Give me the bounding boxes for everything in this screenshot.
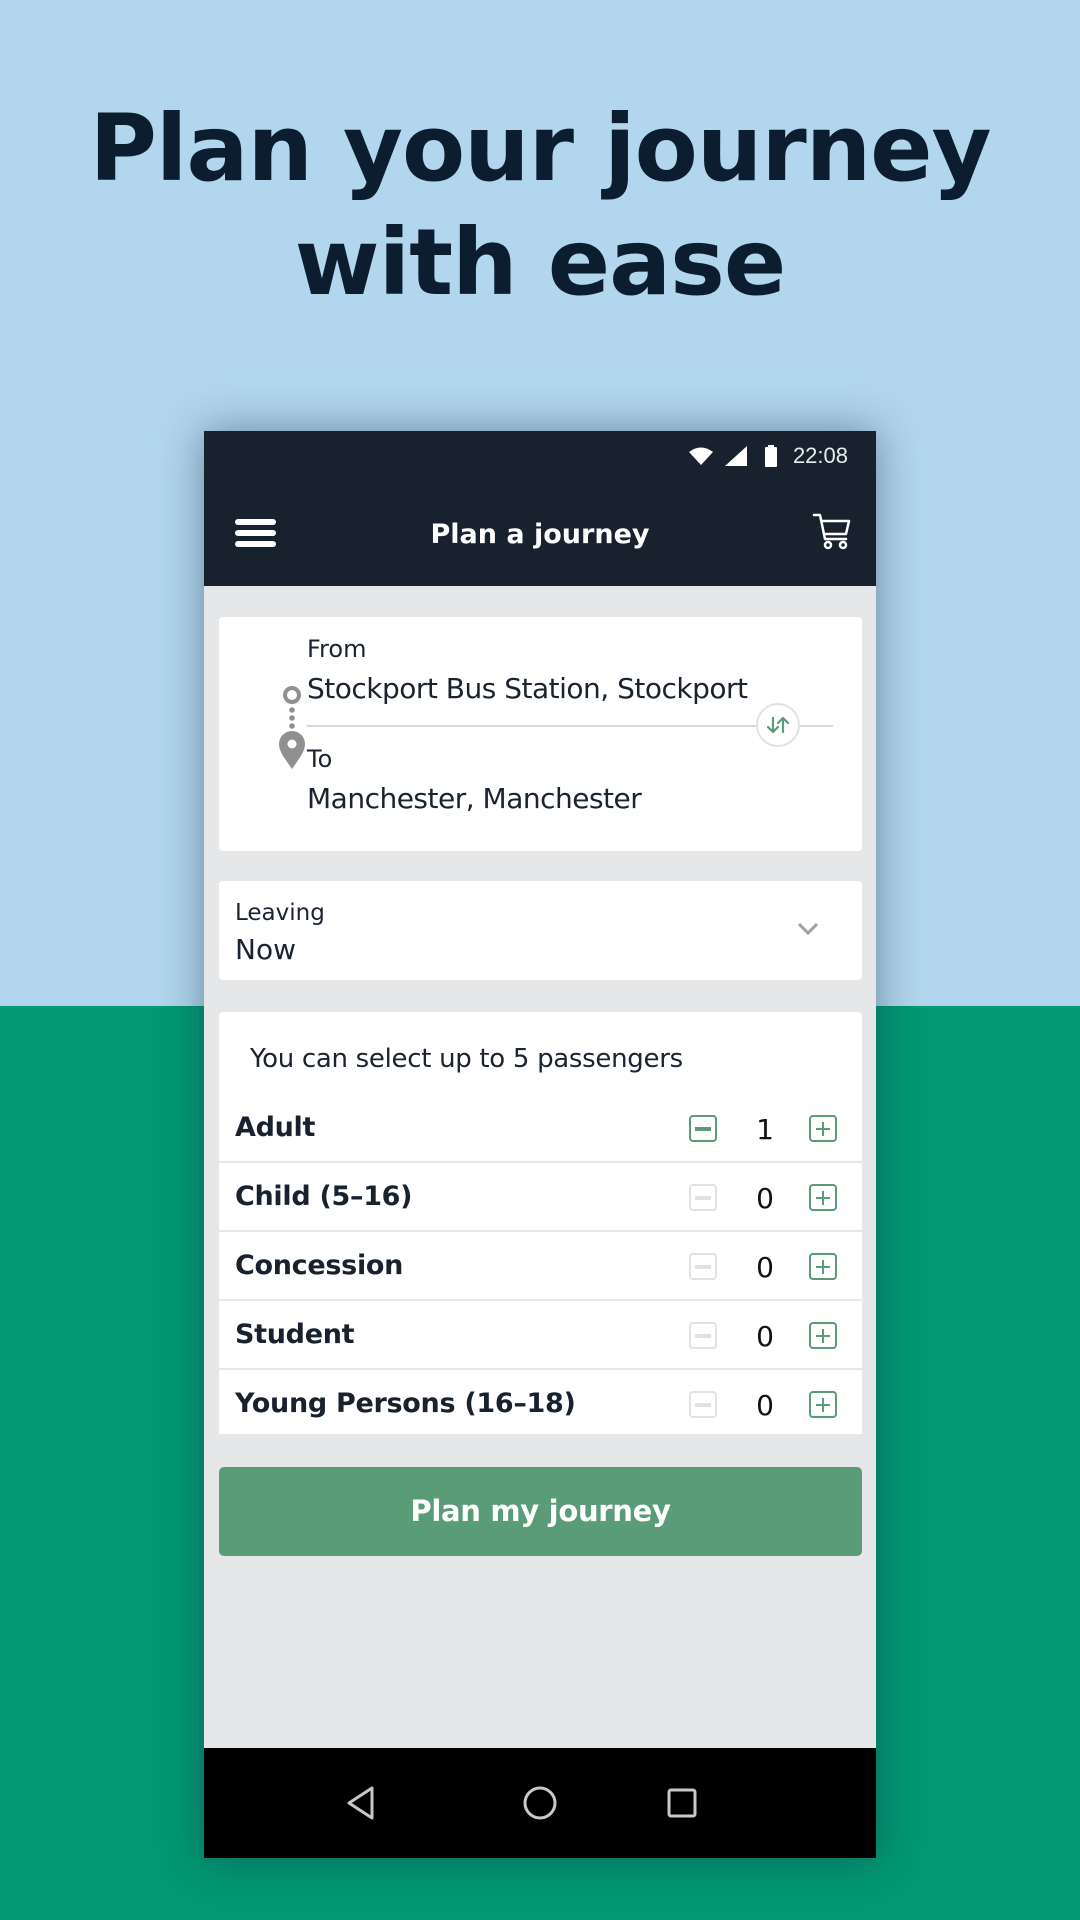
leaving-value: Now [235,933,296,966]
increment-child-button[interactable] [809,1184,837,1211]
battery-icon [764,445,777,467]
recents-button[interactable] [657,1778,707,1828]
passenger-limit-note: You can select up to 5 passengers [250,1044,683,1074]
decrement-child-button[interactable] [689,1184,717,1211]
passenger-label: Student [235,1319,355,1350]
minus-icon [695,1126,711,1131]
wifi-icon [688,447,713,465]
to-field-hit-area[interactable] [299,737,749,832]
increment-concession-button[interactable] [809,1253,837,1280]
leaving-label: Leaving [235,900,325,926]
passenger-row-young-persons: Young Persons (16–18) 0 [219,1370,862,1439]
home-button[interactable] [515,1778,565,1828]
hamburger-menu-icon[interactable] [235,519,276,547]
cellular-signal-icon [724,446,747,466]
passenger-count: 0 [756,1182,774,1215]
minus-icon [695,1402,711,1407]
phone-screen: 22:08 Plan a journey From Stockport Bus … [204,431,876,1858]
headline-line-2: with ease [294,209,787,316]
passenger-label: Young Persons (16–18) [235,1388,576,1419]
swap-arrows-icon [767,716,789,734]
route-divider [307,725,833,727]
app-bar-title: Plan a journey [430,519,650,550]
promo-headline: Plan your journey with ease [0,92,1080,320]
increment-student-button[interactable] [809,1322,837,1349]
headline-line-1: Plan your journey [89,95,991,202]
from-field-hit-area[interactable] [299,627,749,722]
chevron-down-icon[interactable] [797,922,819,936]
status-time: 22:08 [792,443,848,468]
increment-young-persons-button[interactable] [809,1391,837,1418]
decrement-concession-button[interactable] [689,1253,717,1280]
minus-icon [695,1264,711,1269]
back-button[interactable] [336,1778,386,1828]
shopping-cart-icon[interactable] [812,512,852,552]
app-bar: Plan a journey [204,481,876,586]
plan-journey-button[interactable]: Plan my journey [219,1467,862,1556]
passenger-label: Adult [235,1112,316,1143]
back-icon [347,1786,374,1820]
passenger-count: 1 [756,1113,774,1146]
minus-icon [695,1195,711,1200]
android-nav-bar [204,1748,876,1858]
passenger-label: Concession [235,1250,404,1281]
decrement-adult-button[interactable] [689,1115,717,1142]
leaving-dropdown[interactable]: Leaving Now [219,881,862,980]
passengers-card: You can select up to 5 passengers Adult … [219,1012,862,1434]
decrement-young-persons-button[interactable] [689,1391,717,1418]
passenger-row-concession: Concession 0 [219,1232,862,1301]
increment-adult-button[interactable] [809,1115,837,1142]
passenger-count: 0 [756,1251,774,1284]
passenger-count: 0 [756,1320,774,1353]
passenger-row-child: Child (5–16) 0 [219,1163,862,1232]
status-bar: 22:08 [204,431,876,481]
passenger-row-student: Student 0 [219,1301,862,1370]
passenger-count: 0 [756,1389,774,1422]
swap-button[interactable] [756,703,800,747]
route-card: From Stockport Bus Station, Stockport To… [219,617,862,851]
home-icon [523,1786,557,1820]
minus-icon [695,1333,711,1338]
decrement-student-button[interactable] [689,1322,717,1349]
passenger-row-adult: Adult 1 [219,1094,862,1163]
passenger-label: Child (5–16) [235,1181,413,1212]
recents-icon [667,1788,697,1818]
